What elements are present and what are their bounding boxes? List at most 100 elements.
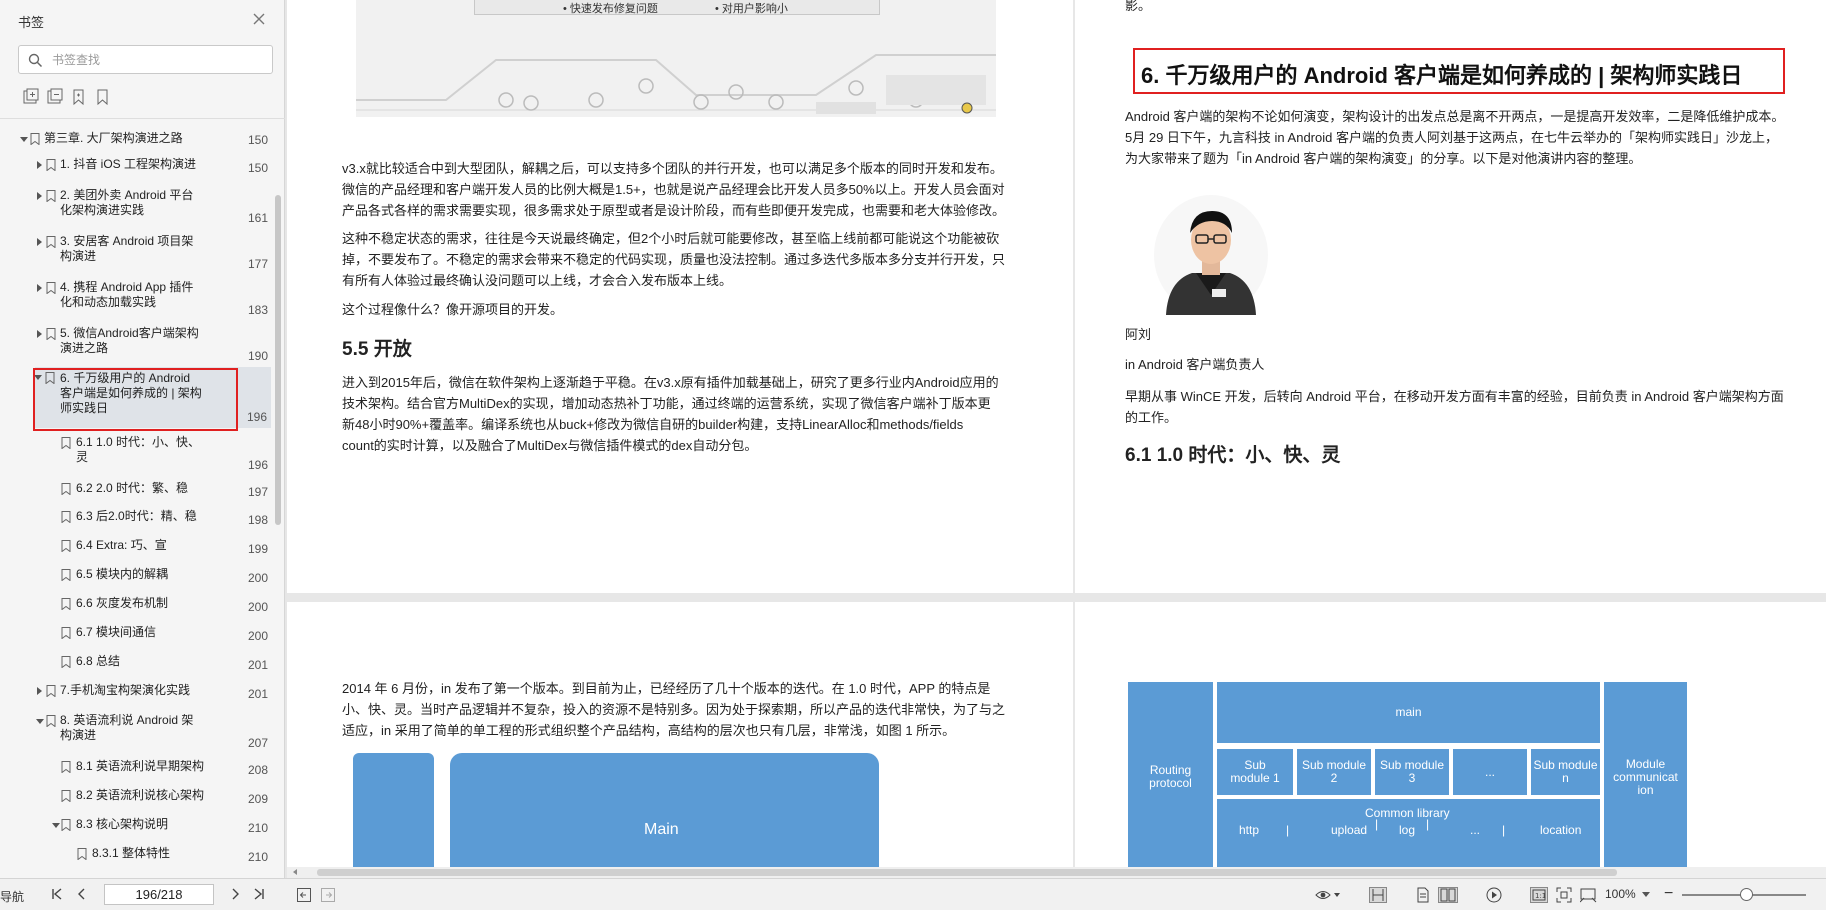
- bookmark-item[interactable]: 2. 美团外卖 Android 平台 化架构演进实践 161: [0, 188, 272, 225]
- expand-arrow-icon[interactable]: [37, 161, 42, 169]
- collapse-arrow-icon[interactable]: [36, 719, 44, 724]
- bookmark-label: 化架构演进实践: [60, 203, 145, 217]
- section-heading: 6.1 1.0 时代：小、快、灵: [1125, 445, 1341, 466]
- bookmark-item[interactable]: 6.7 模块间通信 200: [0, 625, 272, 643]
- bookmark-label: 8.1 英语流利说早期架构: [76, 759, 205, 773]
- close-icon[interactable]: [251, 11, 267, 27]
- bookmark-item[interactable]: 8.2 英语流利说核心架构 209: [0, 788, 272, 806]
- bookmark-icon: [46, 328, 56, 340]
- bookmark-label: 6.8 总结: [76, 654, 121, 668]
- bookmark-item[interactable]: 6.8 总结 201: [0, 654, 272, 672]
- collapse-arrow-icon[interactable]: [52, 823, 60, 828]
- bookmark-label: 4. 携程 Android App 插件: [60, 280, 194, 294]
- bookmark-item[interactable]: 5. 微信Android客户端架构 演进之路 190: [0, 326, 272, 363]
- eye-protection-icon[interactable]: [1315, 887, 1341, 903]
- zoom-out-icon[interactable]: −: [1664, 885, 1673, 903]
- back-icon[interactable]: [296, 887, 312, 903]
- actual-size-icon[interactable]: 1:1: [1530, 887, 1548, 903]
- bookmark-item[interactable]: 6.5 模块内的解耦 200: [0, 567, 272, 585]
- bookmark-page: 196: [246, 410, 267, 424]
- svg-text:1:1: 1:1: [1535, 892, 1546, 900]
- add-bookmark-icon[interactable]: [70, 88, 88, 106]
- collapse-all-icon[interactable]: [46, 88, 64, 106]
- bookmark-item-selected[interactable]: 6. 千万级用户的 Android 客户端是如何养成的 | 架构 师实践日 19…: [34, 367, 271, 428]
- play-icon[interactable]: [1486, 887, 1502, 903]
- two-page-icon[interactable]: [1438, 887, 1458, 903]
- page-number-input[interactable]: [104, 884, 214, 905]
- chapter-heading: 6. 千万级用户的 Android 客户端是如何养成的 | 架构师实践日: [1141, 63, 1743, 88]
- paragraph: 2014 年 6 月份，in 发布了第一个版本。到目前为止，已经经历了几十个版本…: [342, 681, 1006, 738]
- bookmark-item[interactable]: 6.3 后2.0时代：精、稳 198: [0, 509, 272, 527]
- bookmark-label: 6.6 灰度发布机制: [76, 596, 169, 610]
- bookmark-item[interactable]: 第三章. 大厂架构演进之路 150: [0, 131, 272, 149]
- collapse-arrow-icon[interactable]: [34, 375, 42, 380]
- bookmark-sidebar: 书签 第三章. 大厂架构演进之路 150 1. 抖音 iOS 工程架构演进 15…: [0, 0, 285, 878]
- bookmark-search-input[interactable]: [52, 50, 267, 70]
- expand-arrow-icon[interactable]: [37, 284, 42, 292]
- first-page-icon[interactable]: [50, 887, 64, 901]
- expand-arrow-icon[interactable]: [37, 238, 42, 246]
- expand-arrow-icon[interactable]: [37, 330, 42, 338]
- zoom-level[interactable]: 100%: [1605, 887, 1636, 901]
- diagram-label: location: [1540, 823, 1582, 837]
- bookmark-page: 200: [247, 600, 268, 614]
- sidebar-title: 书签: [18, 15, 45, 30]
- scroll-left-icon[interactable]: [293, 869, 297, 875]
- bookmark-item[interactable]: 8. 英语流利说 Android 架 构演进 207: [0, 713, 272, 750]
- diagram-separator: |: [1502, 823, 1506, 837]
- bookmark-item[interactable]: 1. 抖音 iOS 工程架构演进 150: [0, 157, 272, 175]
- page-left-top: • 快速发布修复问题 • 对用户影响小 v3.x就比较适合中到大型团队，解耦之后…: [287, 0, 1073, 593]
- scrollbar-thumb[interactable]: [275, 195, 281, 525]
- status-bar: 导航 1:1 100% −: [0, 878, 1826, 910]
- bookmark-item[interactable]: 6.4 Extra: 巧、宣 199: [0, 538, 272, 556]
- bookmark-icon: [30, 133, 40, 145]
- expand-all-icon[interactable]: [22, 88, 40, 106]
- diagram-common-library: Common library http | upload | log | ...…: [1217, 799, 1600, 867]
- bookmark-page: 200: [247, 629, 268, 643]
- chevron-down-icon[interactable]: [1642, 892, 1650, 898]
- bookmark-page: 201: [247, 658, 268, 672]
- bookmark-icon[interactable]: [94, 88, 112, 106]
- fit-width-icon[interactable]: [1580, 887, 1600, 903]
- bookmark-page: 183: [247, 303, 268, 317]
- bookmark-page: 161: [247, 211, 268, 225]
- bookmark-item[interactable]: 4. 携程 Android App 插件 化和动态加载实践 183: [0, 280, 272, 317]
- bookmark-icon: [46, 159, 56, 171]
- last-page-icon[interactable]: [252, 887, 266, 901]
- bookmark-search-box[interactable]: [18, 45, 273, 74]
- scrollbar-thumb[interactable]: [317, 869, 1617, 876]
- bookmark-icon: [61, 569, 71, 581]
- next-page-icon[interactable]: [228, 887, 242, 901]
- diagram-submodule: Sub module n: [1531, 749, 1600, 795]
- bookmark-item[interactable]: 7.手机淘宝构架演化实践 201: [0, 683, 272, 701]
- bookmark-item[interactable]: 8.1 英语流利说早期架构 208: [0, 759, 272, 777]
- forward-icon[interactable]: [320, 887, 336, 903]
- bookmark-item[interactable]: 3. 安居客 Android 项目架 构演进 177: [0, 234, 272, 271]
- bookmark-tree: 第三章. 大厂架构演进之路 150 1. 抖音 iOS 工程架构演进 150 2…: [0, 123, 272, 878]
- bookmark-label: 8.2 英语流利说核心架构: [76, 788, 205, 802]
- page-right-top: 影。 6. 千万级用户的 Android 客户端是如何养成的 | 架构师实践日 …: [1075, 0, 1826, 593]
- fit-page-icon[interactable]: [1556, 887, 1572, 903]
- bookmark-label: 2. 美团外卖 Android 平台: [60, 188, 194, 202]
- sidebar-scrollbar[interactable]: [274, 123, 282, 878]
- prev-page-icon[interactable]: [75, 887, 89, 901]
- bookmark-page: 210: [247, 850, 268, 864]
- single-page-icon[interactable]: [1415, 887, 1431, 903]
- expand-arrow-icon[interactable]: [37, 687, 42, 695]
- bookmark-label: 8.3.1 整体特性: [92, 846, 171, 860]
- bookmark-label: 3. 安居客 Android 项目架: [60, 234, 194, 248]
- bookmark-item[interactable]: 6.2 2.0 时代：繁、稳 197: [0, 481, 272, 499]
- document-view[interactable]: • 快速发布修复问题 • 对用户影响小 v3.x就比较适合中到大型团队，解耦之后…: [287, 0, 1826, 867]
- collapse-arrow-icon[interactable]: [20, 137, 28, 142]
- bookmark-item[interactable]: 8.3.1 整体特性 210: [0, 846, 272, 864]
- bookmark-item[interactable]: 6.6 灰度发布机制 200: [0, 596, 272, 614]
- bookmark-item[interactable]: 6.1 1.0 时代：小、快、 灵 196: [0, 435, 272, 472]
- bookmark-icon: [61, 656, 71, 668]
- bookmark-page: 150: [247, 133, 268, 147]
- horizontal-scrollbar[interactable]: [287, 867, 1826, 878]
- bookmark-item[interactable]: 8.3 核心架构说明 210: [0, 817, 272, 835]
- zoom-slider-handle[interactable]: [1740, 888, 1753, 901]
- nav-label[interactable]: 导航: [0, 888, 24, 905]
- expand-arrow-icon[interactable]: [37, 192, 42, 200]
- continuous-scroll-icon[interactable]: [1369, 887, 1387, 903]
